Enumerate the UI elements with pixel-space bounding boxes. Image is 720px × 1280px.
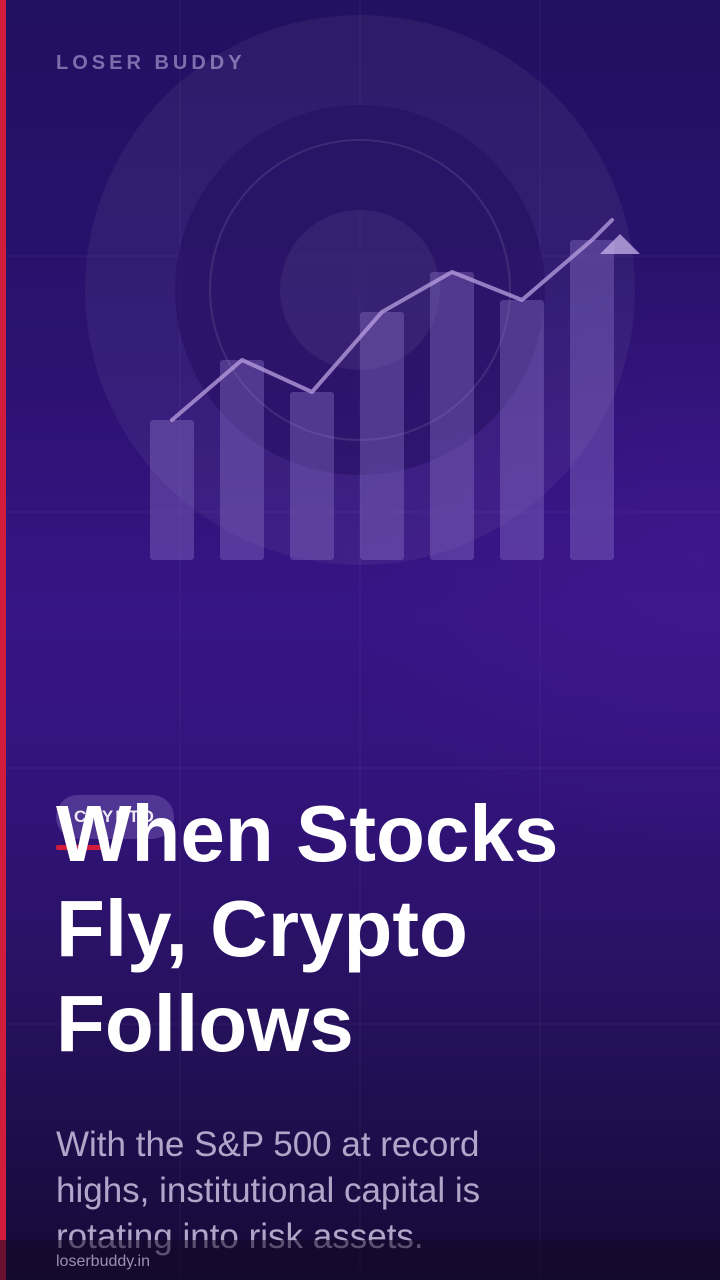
footer-url[interactable]: loserbuddy.in [56, 1253, 150, 1271]
rising-chart-icon [85, 15, 640, 565]
chart-bar [360, 312, 404, 560]
story-card: LOSER BUDDY CRYPTO When Stocks Fly, Cryp… [0, 0, 720, 1280]
chart-bar [290, 392, 334, 560]
chart-bar [500, 300, 544, 560]
chart-bar [150, 420, 194, 560]
headline: When Stocks Fly, Crypto Follows [56, 789, 559, 1068]
chart-bar [220, 360, 264, 560]
chart-bar [430, 272, 474, 560]
chart-bar [570, 240, 614, 560]
